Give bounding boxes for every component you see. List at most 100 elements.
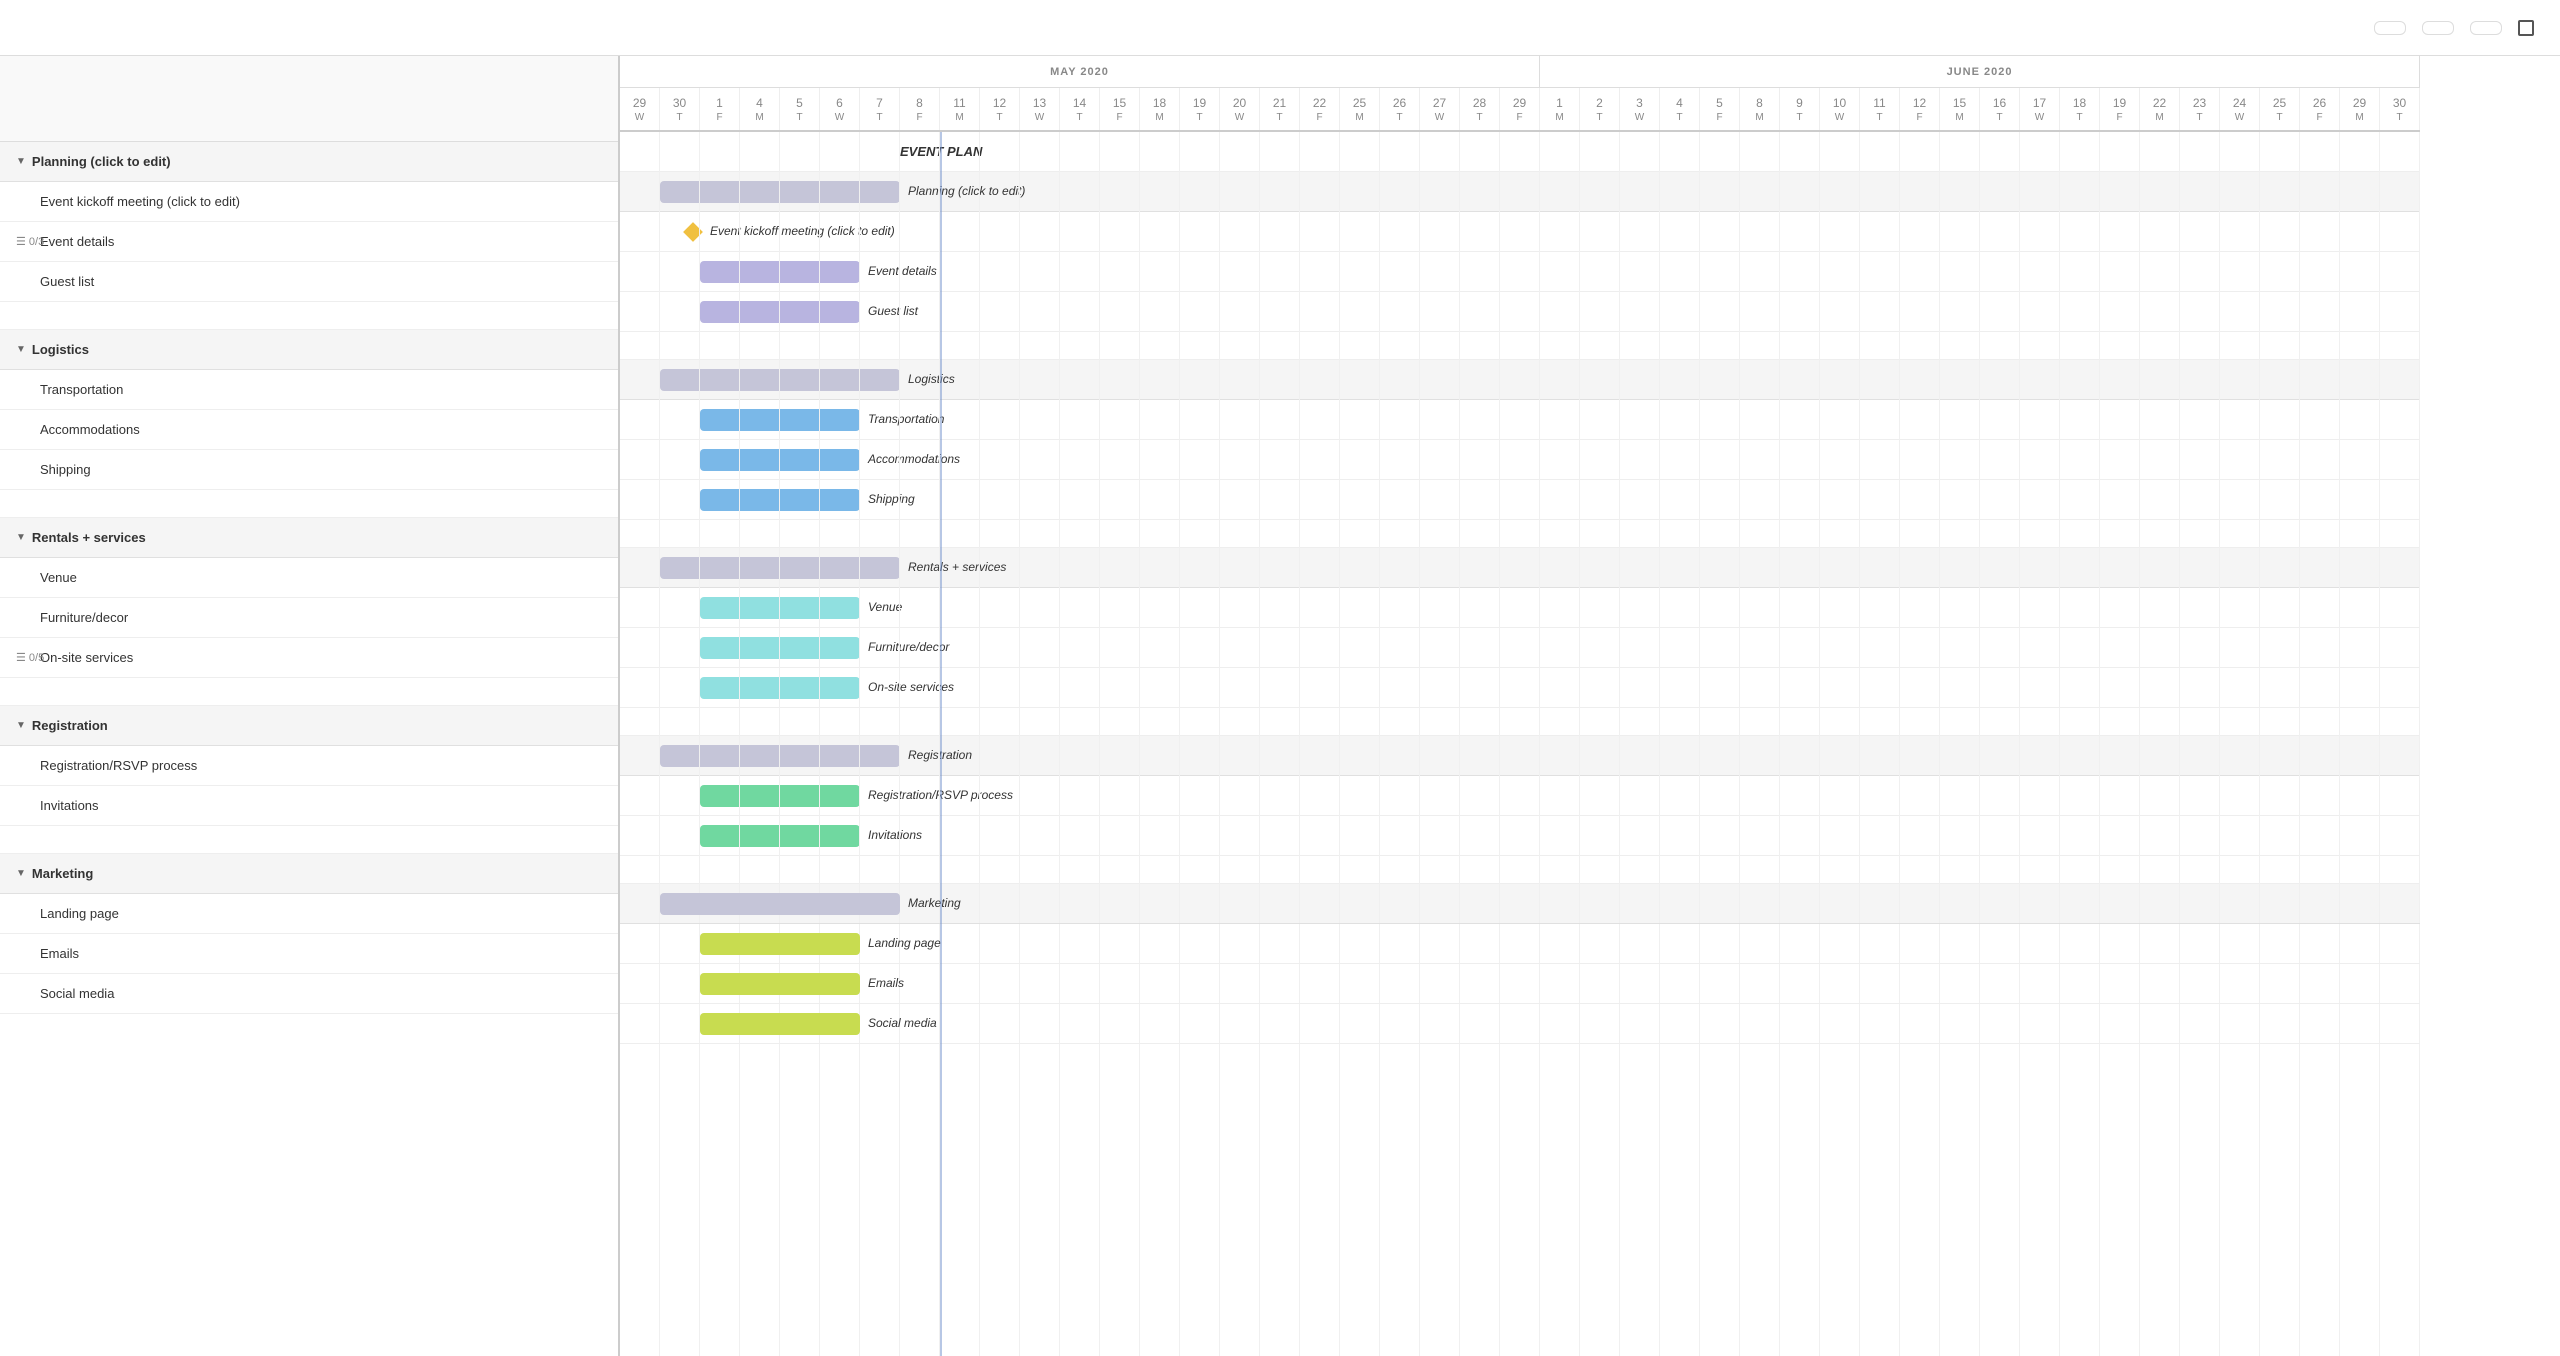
gantt-row-row <box>620 332 2420 360</box>
social-label: Social media <box>16 986 114 1001</box>
gantt-bar[interactable] <box>660 181 900 203</box>
day-cell-14: 19T <box>1180 88 1220 130</box>
gantt-bar[interactable] <box>700 637 860 659</box>
day-cell-5: 6W <box>820 88 860 130</box>
marketing-section-label: ▼ Marketing <box>16 866 93 881</box>
milestone-icon[interactable] <box>683 222 703 242</box>
section-row-registration[interactable]: ▼ Registration <box>0 706 618 746</box>
all-dates-filter[interactable] <box>2422 21 2454 35</box>
day-cell-20: 27W <box>1420 88 1460 130</box>
left-panel: ▼ Planning (click to edit) Event kickoff… <box>0 56 620 1356</box>
day-cell-29: 9T <box>1780 88 1820 130</box>
section-row-planning[interactable]: ▼ Planning (click to edit) <box>0 142 618 182</box>
day-cell-34: 16T <box>1980 88 2020 130</box>
day-cell-0: 29W <box>620 88 660 130</box>
task-row-accommodations[interactable]: Accommodations <box>0 410 618 450</box>
task-row-social[interactable]: Social media <box>0 974 618 1014</box>
gantt-bar[interactable] <box>700 597 860 619</box>
gantt-row-planning-click-to-edit: Planning (click to edit) <box>620 172 2420 212</box>
all-colors-filter[interactable] <box>2470 21 2502 35</box>
bar-label: Planning (click to edit) <box>908 184 1025 198</box>
day-cell-38: 22M <box>2140 88 2180 130</box>
task-row-emails[interactable]: Emails <box>0 934 618 974</box>
gantt-row-on-site-services: On-site services <box>620 668 2420 708</box>
day-cell-1: 30T <box>660 88 700 130</box>
menu-button[interactable] <box>20 22 44 34</box>
section-row-rentals[interactable]: ▼ Rentals + services <box>0 518 618 558</box>
gantt-bar[interactable] <box>700 449 860 471</box>
gantt-row-row: EVENT PLAN <box>620 132 2420 172</box>
bar-label: Social media <box>868 1016 937 1030</box>
rentals-section-label: ▼ Rentals + services <box>16 530 146 545</box>
gantt-row-transportation: Transportation <box>620 400 2420 440</box>
hide-completed-checkbox[interactable] <box>2518 20 2534 36</box>
task-row-guest-list[interactable]: Guest list <box>0 262 618 302</box>
gantt-row-social-media: Social media <box>620 1004 2420 1044</box>
gantt-bar[interactable] <box>700 677 860 699</box>
gantt-bar[interactable] <box>700 409 860 431</box>
bar-label: Landing page <box>868 936 941 950</box>
gantt-bar[interactable] <box>700 785 860 807</box>
subtask-icon-onsite: ☰ 0/5 <box>16 651 44 664</box>
day-cell-22: 29F <box>1500 88 1540 130</box>
day-cell-41: 25T <box>2260 88 2300 130</box>
gantt-row-row <box>620 708 2420 736</box>
subtask-icon-event-details: ☰ 0/3 <box>16 235 44 248</box>
day-cell-17: 22F <box>1300 88 1340 130</box>
view-button[interactable] <box>48 22 72 34</box>
day-cell-33: 15M <box>1940 88 1980 130</box>
day-cell-30: 10W <box>1820 88 1860 130</box>
accommodations-label: Accommodations <box>16 422 140 437</box>
gantt-row-marketing: Marketing <box>620 884 2420 924</box>
task-row-rsvp[interactable]: Registration/RSVP process <box>0 746 618 786</box>
gantt-bar[interactable] <box>700 1013 860 1035</box>
invitations-label: Invitations <box>16 798 99 813</box>
task-row-kickoff[interactable]: Event kickoff meeting (click to edit) <box>0 182 618 222</box>
gantt-row-landing-page: Landing page <box>620 924 2420 964</box>
everyone-filter[interactable] <box>2374 21 2406 35</box>
gantt-row-invitations: Invitations <box>620 816 2420 856</box>
gantt-row-emails: Emails <box>620 964 2420 1004</box>
day-cell-26: 4T <box>1660 88 1700 130</box>
gantt-row-guest-list: Guest list <box>620 292 2420 332</box>
gantt-bar[interactable] <box>700 489 860 511</box>
day-cell-3: 4M <box>740 88 780 130</box>
task-row-furniture[interactable]: Furniture/decor <box>0 598 618 638</box>
section-row-logistics[interactable]: ▼ Logistics <box>0 330 618 370</box>
planning-chevron-icon: ▼ <box>16 156 26 167</box>
day-cell-21: 28T <box>1460 88 1500 130</box>
section-row-marketing[interactable]: ▼ Marketing <box>0 854 618 894</box>
day-row: 29W30T1F4M5T6W7T8F11M12T13W14T15F18M19T2… <box>620 88 2420 132</box>
bar-label: Furniture/decor <box>868 640 949 654</box>
gantt-row-registrationrsvp-process: Registration/RSVP process <box>620 776 2420 816</box>
gantt-row-rentals--services: Rentals + services <box>620 548 2420 588</box>
gantt-bar[interactable] <box>700 973 860 995</box>
day-cell-7: 8F <box>900 88 940 130</box>
gantt-bar[interactable] <box>660 369 900 391</box>
task-row-shipping[interactable]: Shipping <box>0 450 618 490</box>
guest-list-label: Guest list <box>16 274 94 289</box>
gantt-bar[interactable] <box>700 933 860 955</box>
gantt-bar[interactable] <box>700 301 860 323</box>
task-row-venue[interactable]: Venue <box>0 558 618 598</box>
bar-label: Guest list <box>868 304 918 318</box>
task-row-invitations[interactable]: Invitations <box>0 786 618 826</box>
gantt-bar[interactable] <box>660 557 900 579</box>
day-cell-27: 5F <box>1700 88 1740 130</box>
gantt-bar[interactable] <box>700 261 860 283</box>
gantt-bar[interactable] <box>700 825 860 847</box>
day-cell-12: 15F <box>1100 88 1140 130</box>
rsvp-label: Registration/RSVP process <box>16 758 197 773</box>
day-cell-18: 25M <box>1340 88 1380 130</box>
task-row-event-details[interactable]: ☰ 0/3 Event details <box>0 222 618 262</box>
task-row-transportation[interactable]: Transportation <box>0 370 618 410</box>
task-row-landing[interactable]: Landing page <box>0 894 618 934</box>
day-cell-9: 12T <box>980 88 1020 130</box>
gantt-bar[interactable] <box>660 745 900 767</box>
hide-completed-toggle[interactable] <box>2518 20 2540 36</box>
task-row-onsite[interactable]: ☰ 0/5 On-site services <box>0 638 618 678</box>
day-cell-28: 8M <box>1740 88 1780 130</box>
rentals-chevron-icon: ▼ <box>16 532 26 543</box>
gantt-bar[interactable] <box>660 893 900 915</box>
day-cell-40: 24W <box>2220 88 2260 130</box>
